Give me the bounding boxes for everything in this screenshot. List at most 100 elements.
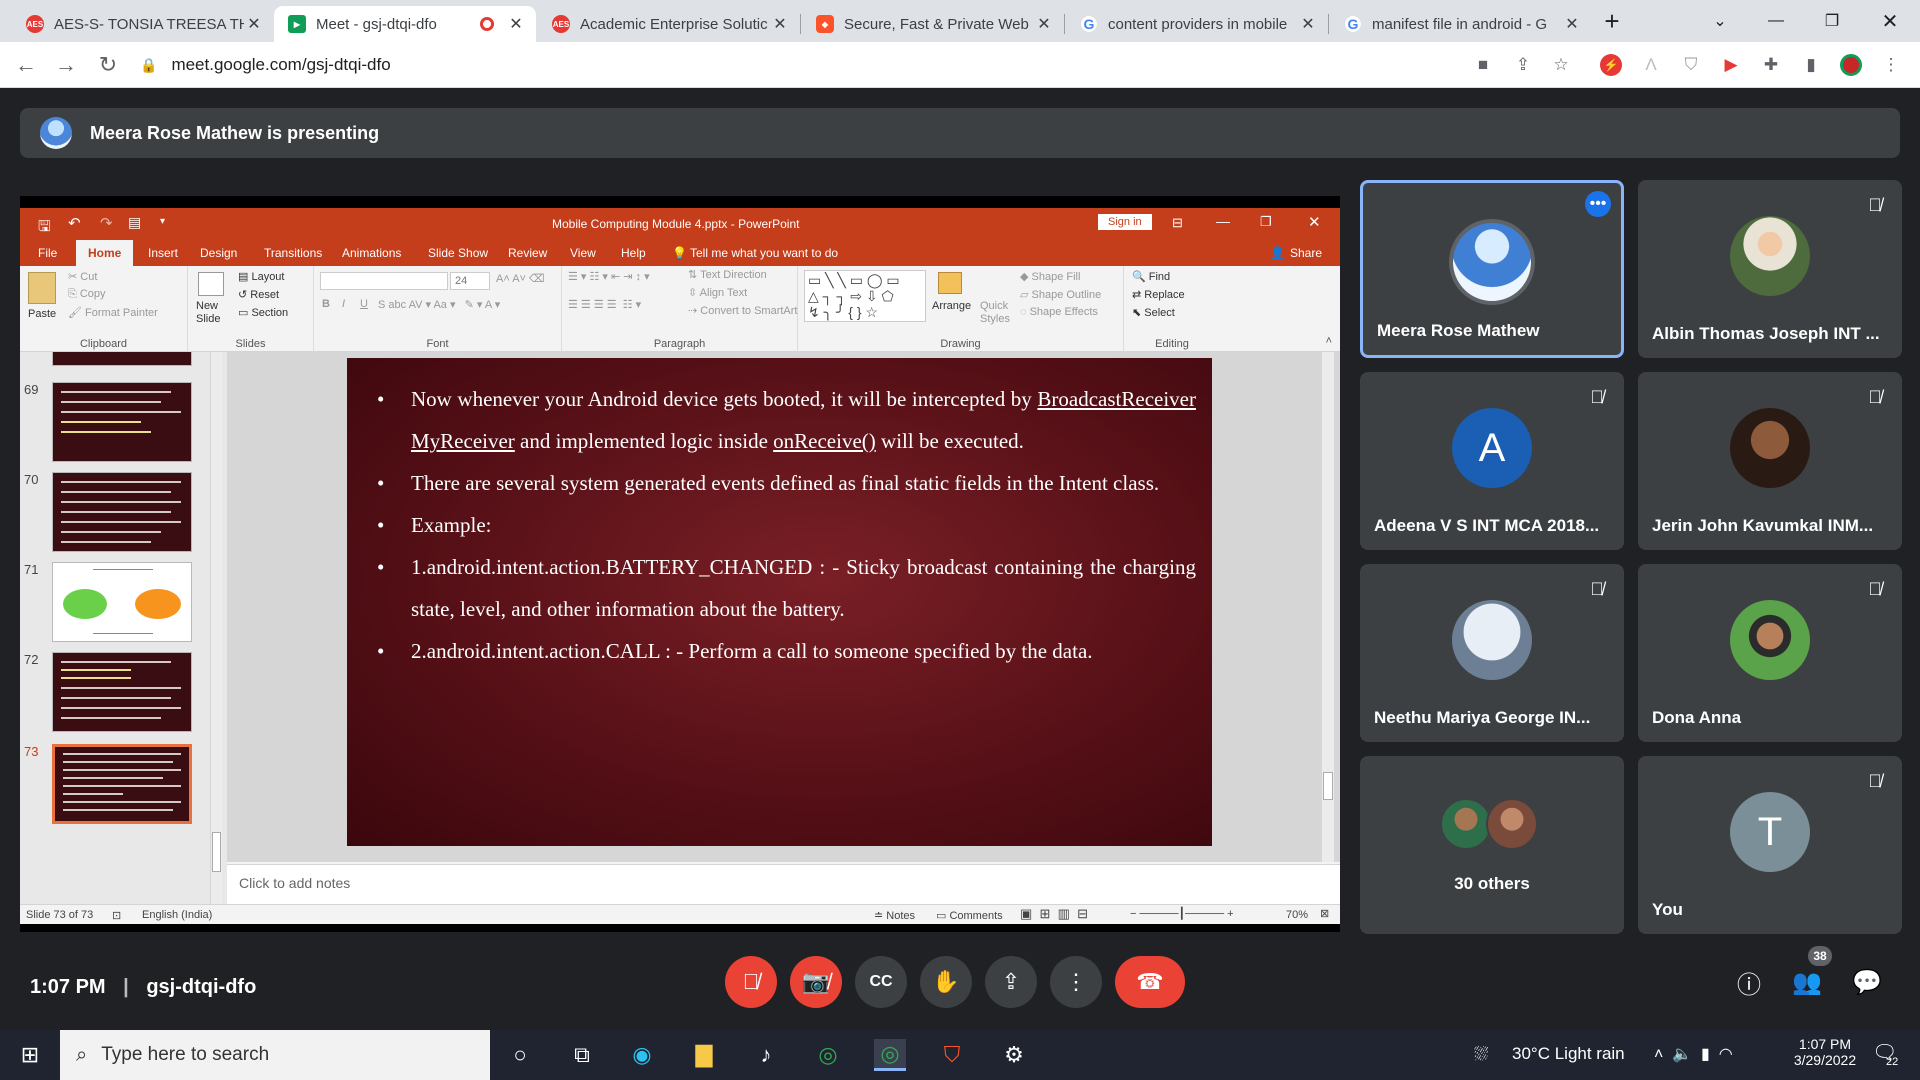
- tab-review[interactable]: Review: [508, 246, 547, 260]
- extension-shield-icon[interactable]: ⛉: [1680, 54, 1702, 76]
- close-tab-icon[interactable]: ✕: [1298, 14, 1318, 34]
- share-button[interactable]: Share: [1290, 246, 1322, 260]
- collapse-ribbon-icon[interactable]: ˄: [1326, 335, 1332, 347]
- notes-toggle[interactable]: Notes: [886, 910, 915, 922]
- shared-screen[interactable]: 🖫 ↶ ↷ ▤ ▾ Mobile Computing Module 4.pptx…: [20, 196, 1340, 932]
- font-name-field[interactable]: [320, 272, 448, 290]
- share-page-icon[interactable]: ⇪: [1512, 54, 1534, 76]
- zoom-level[interactable]: 70%: [1286, 909, 1308, 921]
- font-size-field[interactable]: 24: [450, 272, 490, 290]
- sign-in-button[interactable]: Sign in: [1098, 214, 1152, 230]
- camera-off-button[interactable]: 📷̸: [790, 956, 842, 1008]
- thumbnail-scrollbar[interactable]: [210, 352, 222, 904]
- browser-tab[interactable]: AES Academic Enterprise Solutic ✕: [538, 6, 800, 42]
- new-tab-button[interactable]: +: [1584, 0, 1640, 42]
- redo-icon[interactable]: ↷: [100, 214, 113, 232]
- paste-button[interactable]: Paste: [28, 308, 56, 320]
- people-icon[interactable]: 👥: [1786, 961, 1828, 1003]
- leave-call-button[interactable]: ☎: [1115, 956, 1185, 1008]
- close-tab-icon[interactable]: ✕: [1034, 14, 1054, 34]
- tab-insert[interactable]: Insert: [148, 246, 178, 260]
- align-text-button[interactable]: Align Text: [700, 287, 748, 299]
- extensions-puzzle-icon[interactable]: ✚: [1760, 54, 1782, 76]
- raise-hand-button[interactable]: ✋: [920, 956, 972, 1008]
- tab-home[interactable]: Home: [76, 240, 134, 266]
- system-clock[interactable]: 1:07 PM 3/29/2022: [1780, 1036, 1870, 1068]
- tray-icons[interactable]: ˄ 🔈 ▮ ◠: [1654, 1044, 1733, 1064]
- slide-thumbnail[interactable]: [52, 472, 192, 552]
- shape-effects-button[interactable]: Shape Effects: [1030, 306, 1098, 318]
- quick-styles-button[interactable]: Quick Styles: [980, 300, 1010, 326]
- slide-thumbnail[interactable]: [52, 652, 192, 732]
- browser-tab[interactable]: G content providers in mobile ✕: [1066, 6, 1328, 42]
- undo-icon[interactable]: ↶: [68, 214, 81, 232]
- taskbar-search-box[interactable]: ⌕ Type here to search: [60, 1030, 490, 1080]
- pp-minimize-icon[interactable]: —: [1216, 213, 1230, 229]
- fit-slide-icon[interactable]: ⊠: [1320, 907, 1329, 920]
- chrome-menu-icon[interactable]: ⋮: [1880, 54, 1902, 76]
- pp-close-icon[interactable]: ✕: [1308, 213, 1321, 231]
- pp-restore-icon[interactable]: ❐: [1260, 214, 1272, 230]
- ribbon-display-options-icon[interactable]: ⊟: [1172, 215, 1183, 231]
- maximize-window-icon[interactable]: ❐: [1804, 0, 1860, 42]
- find-button[interactable]: Find: [1149, 271, 1170, 283]
- slide-thumbnail-selected[interactable]: [52, 744, 192, 824]
- shape-fill-button[interactable]: Shape Fill: [1032, 271, 1081, 283]
- convert-smartart-button[interactable]: Convert to SmartArt: [700, 305, 797, 317]
- camera-blocked-icon[interactable]: ■: [1472, 54, 1494, 76]
- italic-button[interactable]: I: [342, 298, 345, 310]
- bold-button[interactable]: B: [322, 298, 330, 310]
- participant-tile[interactable]: 🎙̸ Albin Thomas Joseph INT ...: [1638, 180, 1902, 358]
- present-now-button[interactable]: ⇪: [985, 956, 1037, 1008]
- more-options-button[interactable]: ⋮: [1050, 956, 1102, 1008]
- start-from-beginning-icon[interactable]: ▤: [128, 214, 141, 231]
- close-window-icon[interactable]: ✕: [1862, 0, 1918, 42]
- tab-slide-show[interactable]: Slide Show: [428, 246, 488, 260]
- format-painter-button[interactable]: Format Painter: [85, 307, 158, 319]
- close-tab-icon[interactable]: ✕: [506, 14, 526, 34]
- new-slide-icon[interactable]: [198, 272, 224, 296]
- participant-tile-active[interactable]: ••• Meera Rose Mathew: [1360, 180, 1624, 358]
- weather-text[interactable]: 30°C Light rain: [1512, 1044, 1625, 1064]
- tab-transitions[interactable]: Transitions: [264, 246, 322, 260]
- browser-tab[interactable]: ◆ Secure, Fast & Private Web ✕: [802, 6, 1064, 42]
- alignment-icons[interactable]: ☰ ☰ ☰ ☰ ☷ ▾: [568, 298, 641, 311]
- minimize-window-icon[interactable]: —: [1748, 0, 1804, 42]
- chrome-active-icon[interactable]: ◎: [874, 1039, 906, 1071]
- brave-icon[interactable]: ⛉: [936, 1039, 968, 1071]
- captions-button[interactable]: CC: [855, 956, 907, 1008]
- slide-thumbnail[interactable]: [52, 562, 192, 642]
- font-more-buttons[interactable]: S abc AV ▾ Aa ▾ ✎ ▾ A ▾: [378, 298, 500, 311]
- tab-design[interactable]: Design: [200, 246, 237, 260]
- section-button[interactable]: Section: [251, 307, 288, 319]
- zoom-slider[interactable]: − ─────┃───── +: [1130, 907, 1234, 920]
- tab-search-chevron-icon[interactable]: ⌄: [1692, 0, 1748, 42]
- chrome-icon[interactable]: ◎: [812, 1039, 844, 1071]
- slide-scrollbar[interactable]: [1322, 352, 1334, 862]
- view-buttons[interactable]: ▣ ⊞ ▥ ⊟: [1020, 906, 1088, 922]
- shapes-gallery[interactable]: ▭ ╲ ╲ ▭ ◯ ▭ △ ┐ ┐ ⇨ ⇩ ⬠ ↯ ╮ ╯ { } ☆: [804, 270, 926, 322]
- chat-icon[interactable]: 💬: [1846, 961, 1888, 1003]
- slide-thumbnail[interactable]: [52, 352, 192, 366]
- browser-tab-active[interactable]: ▶ Meet - gsj-dtqi-dfo ✕: [274, 6, 536, 42]
- meeting-details-icon[interactable]: ⓘ: [1728, 961, 1770, 1003]
- replace-button[interactable]: Replace: [1144, 289, 1184, 301]
- new-slide-button[interactable]: New Slide: [196, 300, 230, 326]
- arrange-icon[interactable]: [938, 272, 962, 294]
- tab-animations[interactable]: Animations: [342, 246, 401, 260]
- language-indicator[interactable]: English (India): [142, 909, 212, 921]
- participant-tile[interactable]: 🎙̸ Jerin John Kavumkal INM...: [1638, 372, 1902, 550]
- side-panel-icon[interactable]: ▮: [1800, 54, 1822, 76]
- slide-thumbnail[interactable]: [52, 382, 192, 462]
- tab-help[interactable]: Help: [621, 246, 646, 260]
- save-icon[interactable]: 🖫: [38, 216, 51, 241]
- extension-play-icon[interactable]: ▶: [1720, 54, 1742, 76]
- forward-arrow-icon[interactable]: →: [52, 51, 80, 79]
- layout-button[interactable]: Layout: [251, 271, 284, 283]
- copy-button[interactable]: Copy: [80, 288, 106, 300]
- settings-gear-icon[interactable]: ⚙: [998, 1039, 1030, 1071]
- arrange-button[interactable]: Arrange: [932, 300, 971, 312]
- spell-check-icon[interactable]: ⊡: [112, 909, 121, 922]
- tab-view[interactable]: View: [570, 246, 596, 260]
- profile-avatar[interactable]: [1840, 54, 1862, 76]
